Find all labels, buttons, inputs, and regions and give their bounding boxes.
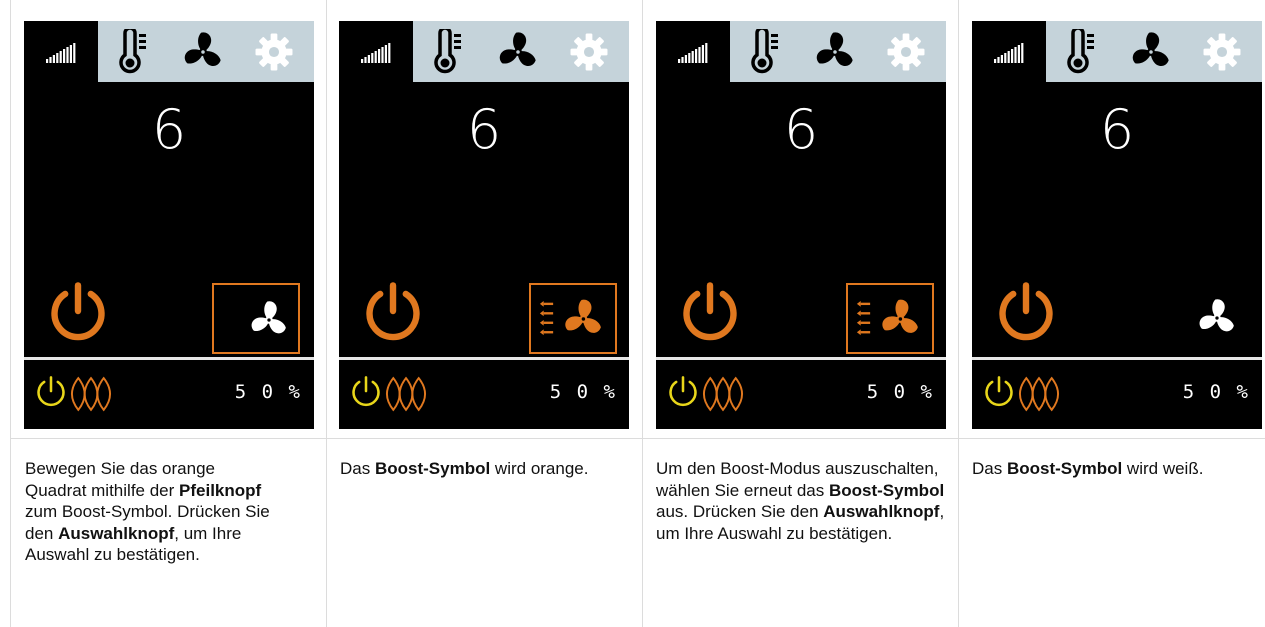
percent-value: 5 0 % — [234, 381, 302, 403]
fan-level-value: 6 — [1099, 98, 1135, 161]
flame-waves-icon — [68, 376, 114, 417]
boost-selection-box[interactable] — [212, 283, 300, 354]
gear-icon[interactable] — [874, 21, 938, 82]
fan-icon[interactable] — [1120, 21, 1182, 82]
caption-bold-term: Boost-Symbol — [828, 480, 945, 500]
thermometer-icon[interactable] — [1052, 21, 1112, 82]
step-caption: Bewegen Sie das orange Quadrat mithilfe … — [25, 458, 280, 566]
step-caption: Das Boost-Symbol wird weiß. — [972, 458, 1252, 480]
thermometer-icon[interactable] — [419, 21, 479, 82]
grid-divider — [10, 438, 1265, 439]
fan-icon[interactable] — [1196, 297, 1238, 344]
signal-level-icon[interactable] — [664, 21, 724, 82]
fan-icon[interactable] — [172, 21, 234, 82]
power-icon[interactable] — [678, 279, 742, 348]
fan-level-value: 6 — [466, 98, 502, 161]
caption-bold-term: Boost-Symbol — [374, 459, 491, 478]
power-icon — [34, 374, 68, 413]
power-icon[interactable] — [46, 279, 110, 348]
percent-value: 5 0 % — [866, 381, 934, 403]
device-screen-3: 6 5 0 % — [656, 21, 946, 429]
status-bar: 5 0 % — [656, 360, 946, 429]
grid-divider — [10, 0, 11, 627]
percent-value: 5 0 % — [1182, 381, 1250, 403]
fan-level-value: 6 — [151, 98, 187, 161]
gear-icon[interactable] — [242, 21, 306, 82]
flame-waves-icon — [383, 376, 429, 417]
caption-text: aus. Drücken Sie den — [656, 502, 824, 521]
status-bar: 5 0 % — [972, 360, 1262, 429]
caption-bold-term: Auswahlknopf — [823, 502, 940, 521]
boost-fan-icon[interactable] — [538, 297, 608, 346]
grid-divider — [326, 0, 327, 627]
fan-icon[interactable] — [804, 21, 866, 82]
caption-text: Das — [972, 459, 1007, 478]
caption-bold-term: Boost-Symbol — [1006, 459, 1123, 478]
power-icon[interactable] — [994, 279, 1058, 348]
gear-icon[interactable] — [1190, 21, 1254, 82]
signal-level-icon[interactable] — [32, 21, 92, 82]
boost-selection-box[interactable] — [846, 283, 934, 354]
flame-waves-icon — [1016, 376, 1062, 417]
signal-level-icon[interactable] — [980, 21, 1040, 82]
device-screen-4: 6 5 0 % — [972, 21, 1262, 429]
tab-bar — [972, 21, 1262, 82]
power-icon[interactable] — [361, 279, 425, 348]
flame-waves-icon — [700, 376, 746, 417]
fan-level-value: 6 — [783, 98, 819, 161]
gear-icon[interactable] — [557, 21, 621, 82]
signal-level-icon[interactable] — [347, 21, 407, 82]
status-bar: 5 0 % — [339, 360, 629, 429]
caption-text: wird weiß. — [1122, 459, 1204, 478]
step-caption: Um den Boost-Modus auszuschalten, wählen… — [656, 458, 946, 544]
step-caption: Das Boost-Symbol wird orange. — [340, 458, 610, 480]
caption-bold-term: Auswahlknopf — [58, 523, 175, 543]
grid-divider — [958, 0, 959, 627]
thermometer-icon[interactable] — [104, 21, 164, 82]
percent-value: 5 0 % — [549, 381, 617, 403]
device-screen-2: 6 5 0 % — [339, 21, 629, 429]
caption-bold-term: Pfeilknopf — [179, 480, 262, 500]
power-icon — [666, 374, 700, 413]
caption-text: wird orange. — [490, 459, 589, 478]
fan-icon[interactable] — [248, 299, 290, 346]
fan-icon[interactable] — [487, 21, 549, 82]
tab-bar — [656, 21, 946, 82]
power-icon — [982, 374, 1016, 413]
boost-fan-icon[interactable] — [855, 297, 925, 346]
tab-bar — [24, 21, 314, 82]
power-icon — [349, 374, 383, 413]
tab-bar — [339, 21, 629, 82]
device-screen-1: 6 5 0 % — [24, 21, 314, 429]
status-bar: 5 0 % — [24, 360, 314, 429]
caption-text: Das — [340, 459, 375, 478]
thermometer-icon[interactable] — [736, 21, 796, 82]
grid-divider — [642, 0, 643, 627]
boost-selection-box[interactable] — [529, 283, 617, 354]
